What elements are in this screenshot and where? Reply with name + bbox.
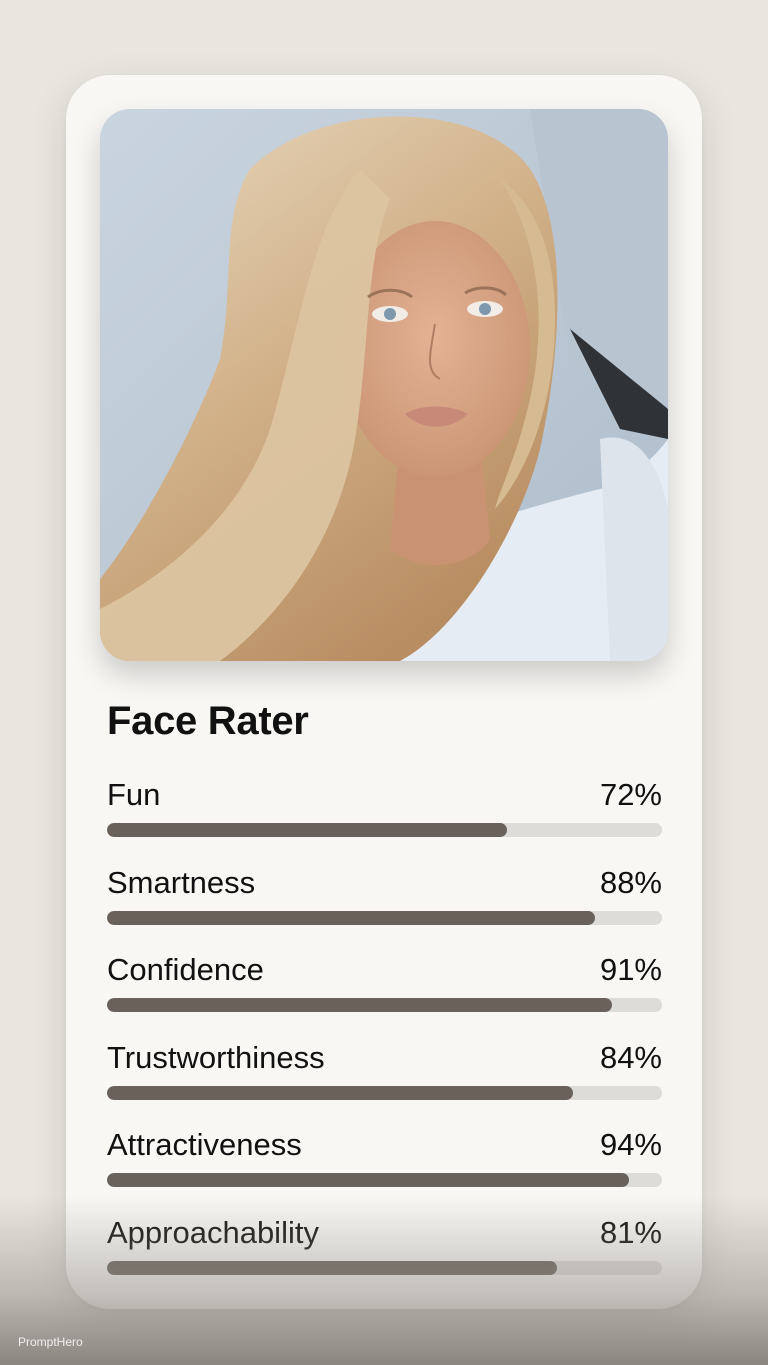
metric-label: Smartness xyxy=(107,864,256,900)
metrics-list: Fun 72% Smartness 88% Confidence 91% Tru… xyxy=(107,775,662,1301)
progress-fill xyxy=(107,998,613,1013)
metric-value: 94% xyxy=(599,1127,662,1163)
progress-fill xyxy=(107,1260,557,1275)
progress-fill xyxy=(107,1173,629,1188)
progress-bar xyxy=(107,1173,662,1188)
page-title: Face Rater xyxy=(107,699,309,743)
progress-bar xyxy=(107,910,662,925)
progress-bar xyxy=(107,998,662,1013)
metric-smartness: Smartness 88% xyxy=(107,863,662,951)
metric-label: Confidence xyxy=(107,952,264,988)
metric-label: Fun xyxy=(107,777,161,812)
progress-bar xyxy=(107,823,662,837)
metric-value: 81% xyxy=(599,1214,662,1250)
metric-trustworthiness: Trustworthiness 84% xyxy=(107,1038,662,1126)
metric-value: 84% xyxy=(599,1039,662,1075)
progress-bar xyxy=(107,1260,662,1275)
metric-attractiveness: Attractiveness 94% xyxy=(107,1125,662,1213)
metric-approachability: Approachability 81% xyxy=(107,1213,662,1301)
progress-fill xyxy=(107,910,596,925)
metric-label: Trustworthiness xyxy=(107,1039,325,1075)
metric-label: Approachability xyxy=(107,1214,319,1250)
metric-value: 72% xyxy=(599,777,662,812)
progress-bar xyxy=(107,1085,662,1100)
portrait-photo xyxy=(100,109,668,661)
metric-label: Attractiveness xyxy=(107,1127,302,1163)
metric-fun: Fun 72% xyxy=(107,775,662,863)
metric-confidence: Confidence 91% xyxy=(107,950,662,1038)
progress-fill xyxy=(107,1085,574,1100)
metric-value: 91% xyxy=(599,952,662,988)
watermark: PromptHero xyxy=(18,1335,83,1349)
face-rater-card: Face Rater Fun 72% Smartness 88% Confide… xyxy=(66,75,702,1309)
progress-fill xyxy=(107,823,507,837)
metric-value: 88% xyxy=(599,864,662,900)
